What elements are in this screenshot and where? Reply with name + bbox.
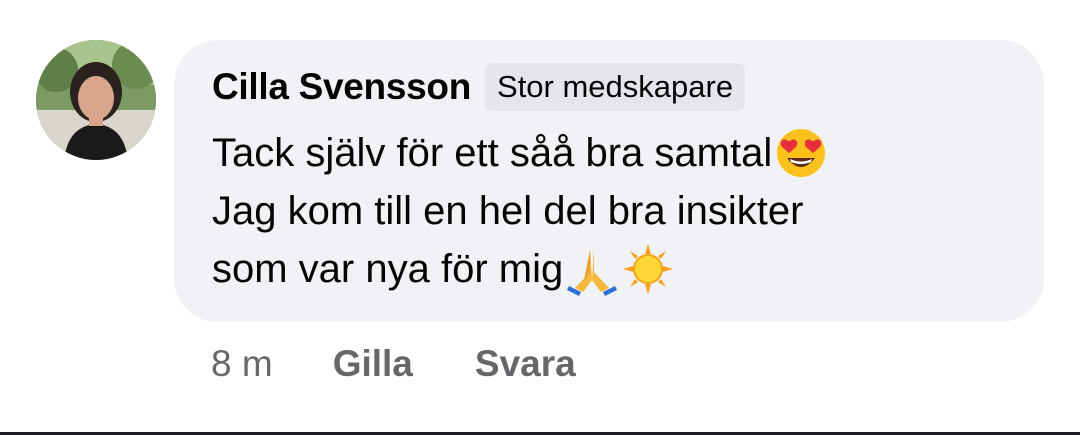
comment-line: Tack själv för ett såå bra samtal <box>212 124 1044 182</box>
sun-emoji-icon <box>621 242 675 296</box>
folded-hands-emoji-icon <box>565 242 619 296</box>
comment-line-text: som var nya för mig <box>212 247 564 291</box>
reply-button[interactable]: Svara <box>475 343 576 385</box>
comment-timestamp[interactable]: 8 m <box>211 343 273 385</box>
comment-header: Cilla Svensson Stor medskapare <box>212 58 1044 116</box>
comment-line-text: Tack själv för ett såå bra samtal <box>212 131 773 175</box>
comment-line: som var nya för mig <box>212 240 1044 298</box>
comment-actions: 8 m Gilla Svara <box>211 343 638 385</box>
contributor-badge: Stor medskapare <box>485 63 746 111</box>
comment-line-text: Jag kom till en hel del bra insikter <box>212 189 804 233</box>
comment-line: Jag kom till en hel del bra insikter <box>212 182 1044 240</box>
comment-text: Tack själv för ett såå bra samtal Jag ko… <box>212 124 1044 298</box>
comment-bubble: Cilla Svensson Stor medskapare Tack själ… <box>174 40 1044 322</box>
author-name[interactable]: Cilla Svensson <box>212 66 471 108</box>
like-button[interactable]: Gilla <box>333 343 413 385</box>
heart-eyes-emoji-icon <box>774 126 828 180</box>
avatar[interactable] <box>36 40 156 160</box>
